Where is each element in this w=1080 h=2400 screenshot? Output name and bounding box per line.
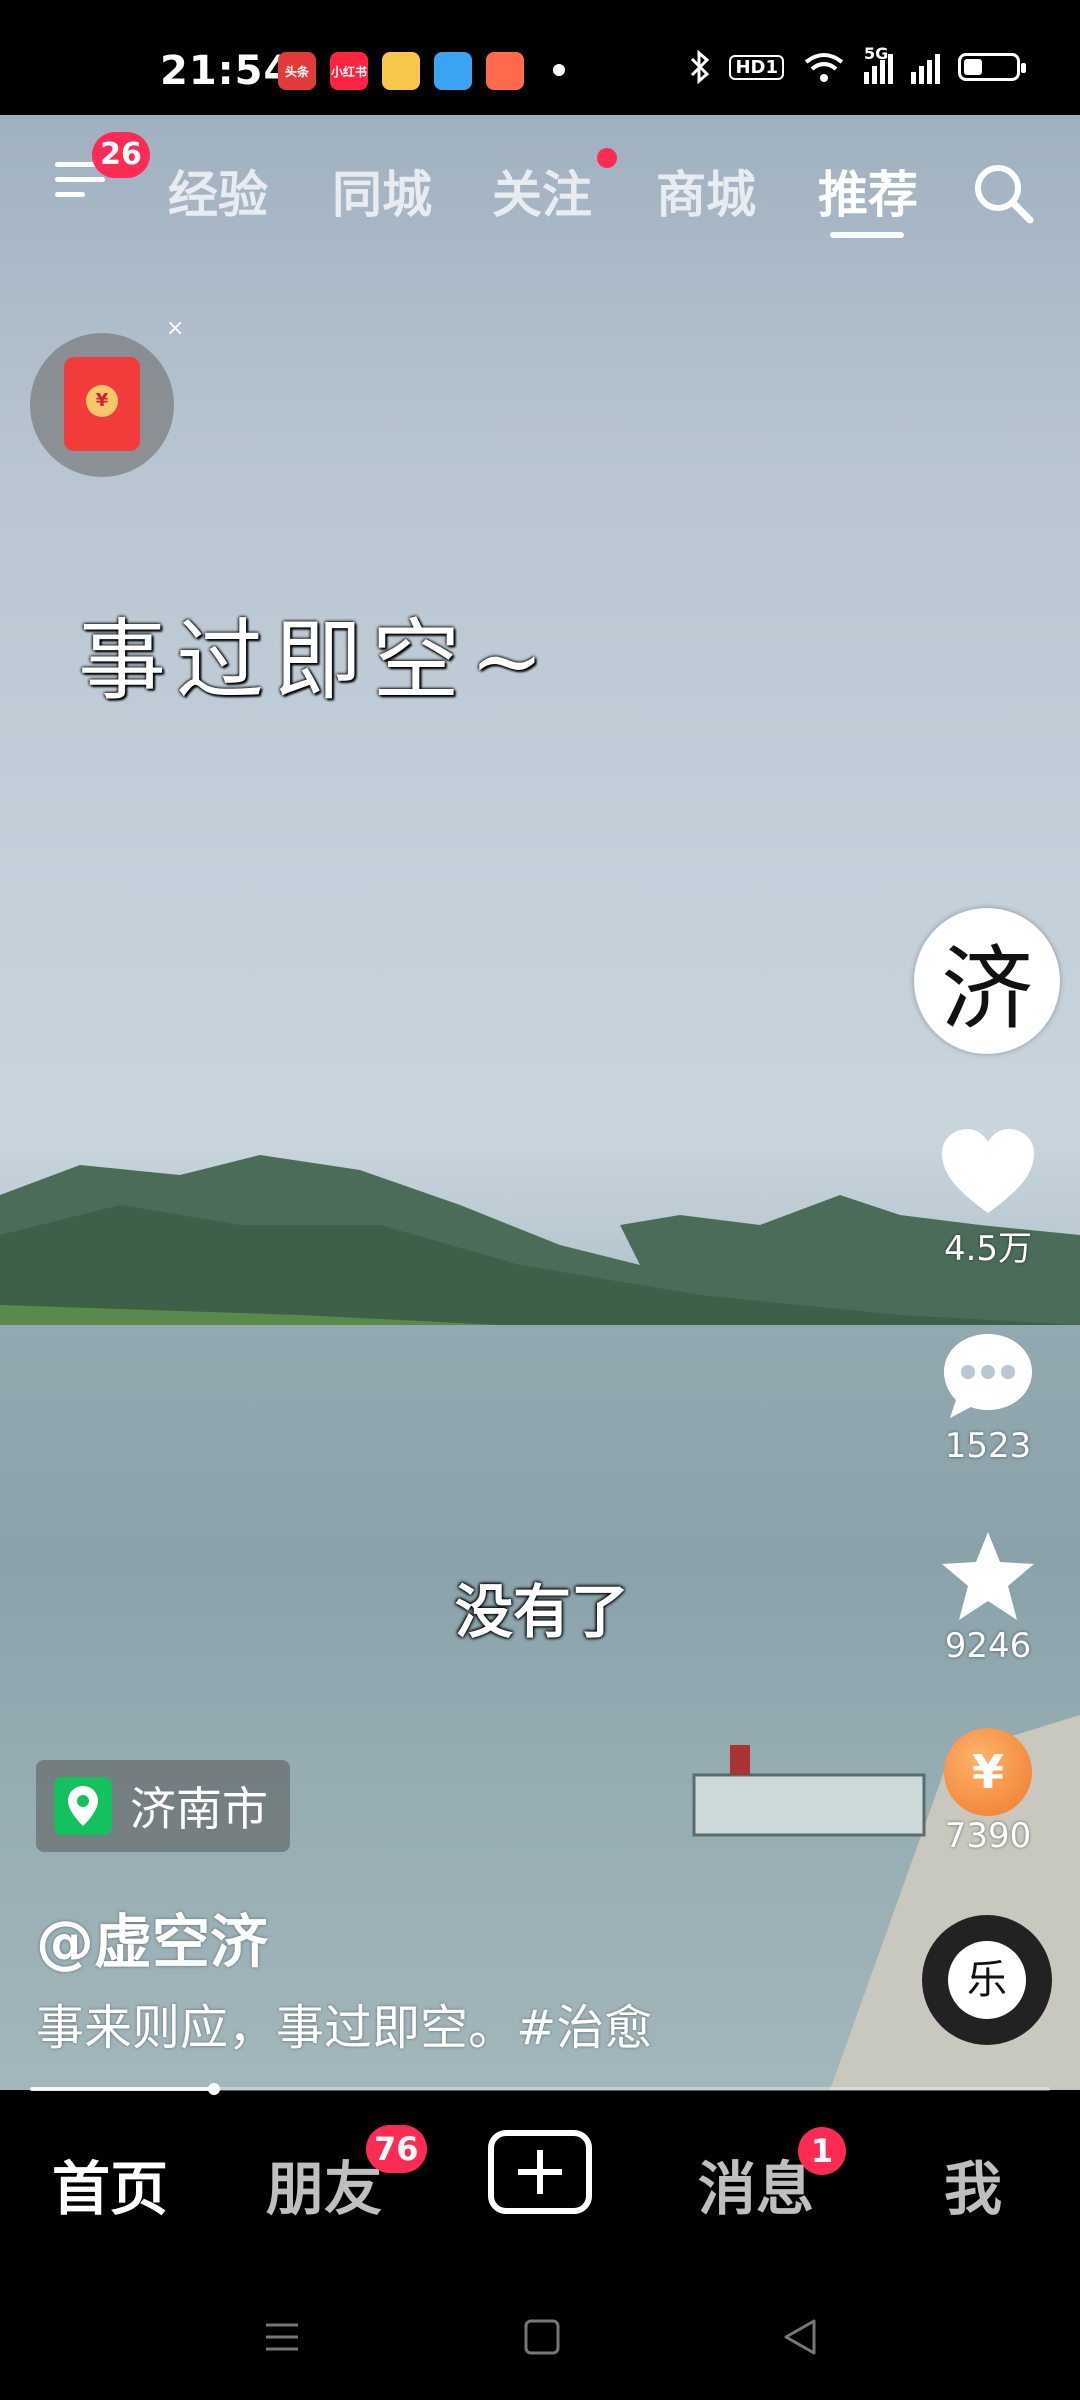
location-pin-icon [54, 1777, 112, 1835]
xiaohongshu-icon: 小红书 [330, 52, 368, 90]
create-post-button[interactable] [488, 2130, 592, 2214]
toutiao-icon: 头条 [278, 52, 316, 90]
location-label: 济南市 [130, 1782, 268, 1836]
weibo-icon [382, 52, 420, 90]
messages-badge: 1 [798, 2127, 846, 2175]
like-button[interactable]: 4.5万 [910, 1125, 1066, 1270]
signal-icon: 5G [864, 44, 893, 84]
hd-voice-icon: HD1 [729, 54, 784, 80]
wifi-icon [804, 53, 844, 82]
network-label: 5G [864, 44, 889, 63]
tab-nearby[interactable]: 同城 [332, 155, 432, 227]
progress-knob[interactable] [207, 2083, 220, 2095]
music-disc-button[interactable]: 乐 [922, 1915, 1052, 2045]
progress-fill [30, 2087, 214, 2091]
avatar-glyph: 济 [940, 935, 1033, 1043]
author-name[interactable]: @虚空济 [36, 1895, 268, 1979]
music-icon [486, 52, 524, 90]
comment-count: 1523 [944, 1426, 1032, 1466]
video-progress-bar[interactable] [30, 2083, 1050, 2095]
tab-following[interactable]: 关注 [492, 155, 592, 227]
favorite-count: 9246 [944, 1626, 1032, 1666]
browser-icon [434, 52, 472, 90]
following-new-dot [597, 148, 617, 168]
video-overlay-text: 事过即空~ [78, 609, 554, 712]
battery-icon [958, 53, 1026, 81]
like-count: 4.5万 [943, 1229, 1033, 1269]
home-icon[interactable] [522, 2317, 562, 2357]
red-packet-button[interactable]: ¥ [30, 333, 174, 477]
nav-home[interactable]: 首页 [52, 2142, 168, 2226]
coin-icon: ¥ [944, 1728, 1032, 1816]
share-coin-button[interactable]: ¥ 7390 [910, 1728, 1066, 1856]
status-bar: 21:54 头条 小红书 HD1 5G [0, 0, 1080, 115]
system-icons: HD1 5G [689, 44, 1026, 84]
favorite-button[interactable]: 9246 [910, 1530, 1066, 1666]
clock: 21:54 [160, 48, 293, 94]
nav-me[interactable]: 我 [944, 2142, 1002, 2226]
nav-messages[interactable]: 消息 [698, 2142, 814, 2226]
heart-icon [942, 1129, 1034, 1213]
post-caption[interactable]: 事来则应，事过即空。#治愈 [36, 1988, 652, 2058]
red-packet-close-icon[interactable]: × [166, 316, 184, 341]
active-tab-indicator [830, 232, 904, 238]
bluetooth-icon [691, 50, 710, 84]
system-nav-bar [0, 2275, 1080, 2400]
signal-icon-2 [911, 50, 940, 84]
notification-icons: 头条 小红书 [278, 52, 524, 90]
back-icon[interactable] [780, 2317, 820, 2357]
menu-badge: 26 [92, 132, 150, 178]
location-tag[interactable]: 济南市 [36, 1760, 290, 1852]
video-subtitle: 没有了 [455, 1578, 630, 1646]
recent-apps-icon[interactable] [262, 2317, 302, 2357]
tab-experience[interactable]: 经验 [168, 155, 268, 227]
red-envelope-icon: ¥ [64, 357, 140, 451]
music-cover: 乐 [948, 1941, 1026, 2019]
nav-friends[interactable]: 朋友 [266, 2142, 382, 2226]
tab-recommend[interactable]: 推荐 [818, 155, 918, 227]
author-avatar[interactable]: 济 [914, 908, 1060, 1054]
star-icon [942, 1532, 1034, 1620]
share-count: 7390 [944, 1816, 1032, 1856]
more-notifications-dot [553, 64, 565, 76]
yuan-coin-icon: ¥ [86, 385, 118, 417]
tab-mall[interactable]: 商城 [656, 155, 756, 227]
comment-button[interactable]: 1523 [910, 1330, 1066, 1466]
comment-icon [944, 1334, 1032, 1418]
search-icon[interactable] [968, 158, 1038, 228]
friends-badge: 76 [366, 2125, 427, 2173]
